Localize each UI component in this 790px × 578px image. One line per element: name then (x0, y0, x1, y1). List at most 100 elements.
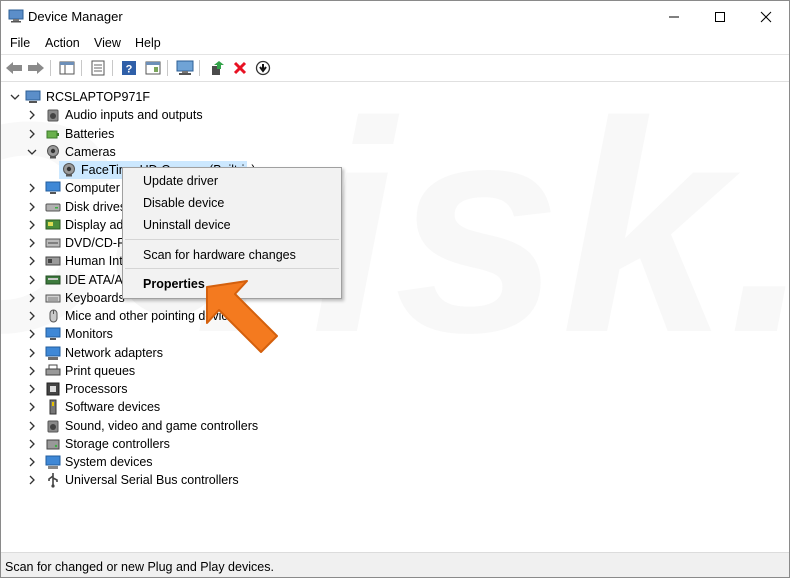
tree-category-item[interactable]: Audio inputs and outputs (1, 106, 601, 124)
speaker-icon (47, 109, 59, 122)
tree-root[interactable]: RCSLAPTOP971F (1, 88, 601, 106)
battery-icon (46, 130, 59, 138)
chevron-down-icon[interactable] (10, 91, 20, 103)
menu-help[interactable]: Help (135, 36, 161, 50)
keyboard-icon (45, 294, 61, 303)
tree-root-label: RCSLAPTOP971F (46, 90, 150, 104)
chevron-right-icon[interactable] (27, 237, 37, 249)
display-adapter-icon (45, 219, 61, 230)
tree-item-label: Network adapters (65, 345, 163, 360)
tree-category-item[interactable]: Sound, video and game controllers (1, 417, 601, 435)
tree-category-item[interactable]: Network adapters (1, 344, 601, 362)
chevron-right-icon[interactable] (27, 474, 37, 486)
chevron-right-icon[interactable] (27, 128, 37, 140)
chevron-right-icon[interactable] (27, 347, 37, 359)
forward-button[interactable] (26, 58, 46, 78)
tree-item-label: Processors (65, 382, 128, 396)
monitor-icon (45, 181, 61, 195)
chevron-right-icon[interactable] (27, 456, 37, 468)
ctx-scan-hardware[interactable]: Scan for hardware changes (143, 248, 296, 262)
orange-pointer-arrow-icon (206, 280, 278, 353)
chevron-down-icon[interactable] (27, 146, 37, 158)
help-button[interactable]: ? (119, 58, 139, 78)
chevron-right-icon[interactable] (27, 438, 37, 450)
tree-category-item[interactable]: Processors (1, 380, 601, 398)
help-icon: ? (122, 61, 136, 76)
tree-category-item[interactable]: Cameras (1, 143, 601, 161)
maximize-icon (715, 11, 725, 22)
tree-item-label: Keyboards (65, 290, 125, 305)
close-icon (760, 11, 772, 22)
tree-category-item[interactable]: System devices (1, 453, 601, 471)
chevron-right-icon[interactable] (27, 182, 37, 194)
menu-view[interactable]: View (94, 36, 121, 50)
storage-icon (46, 439, 60, 450)
tree-category-item[interactable]: Mice and other pointing devices (1, 307, 601, 325)
disk-icon (45, 203, 61, 211)
tree-category-item[interactable]: Universal Serial Bus controllers (1, 471, 601, 489)
show-hide-console-tree-button[interactable] (57, 58, 77, 78)
ctx-properties[interactable]: Properties (143, 277, 205, 291)
tree-item-label: Audio inputs and outputs (65, 108, 203, 123)
uninstall-device-button[interactable] (230, 58, 250, 78)
status-text: Scan for changed or new Plug and Play de… (5, 560, 274, 574)
update-driver-icon (212, 61, 224, 75)
update-driver-button[interactable] (207, 58, 227, 78)
tree-category-item[interactable]: Monitors (1, 325, 601, 343)
chevron-right-icon[interactable] (27, 383, 37, 395)
title-bar[interactable]: Device Manager (1, 1, 789, 32)
disable-device-button[interactable] (253, 58, 273, 78)
speaker-icon (47, 420, 59, 432)
properties-toolbar-button[interactable] (88, 58, 108, 78)
printer-icon (45, 364, 61, 376)
toolbar: ? (1, 55, 789, 82)
ctx-uninstall-device[interactable]: Uninstall device (143, 218, 231, 232)
tree-item-label: Software devices (65, 400, 161, 415)
close-button[interactable] (743, 1, 789, 32)
tree-item-label: Monitors (65, 327, 113, 342)
chevron-right-icon[interactable] (27, 255, 37, 267)
menu-action[interactable]: Action (45, 36, 80, 50)
action-pane-button[interactable] (143, 58, 163, 78)
action-pane-icon (145, 61, 161, 75)
minimize-button[interactable] (651, 1, 697, 32)
tree-category-item[interactable]: Print queues (1, 362, 601, 380)
scan-hardware-button[interactable] (175, 58, 195, 78)
tree-item-label: Computer (65, 181, 120, 196)
menu-file[interactable]: File (10, 36, 30, 50)
chevron-right-icon[interactable] (27, 328, 37, 340)
tree-category-item[interactable]: Software devices (1, 398, 601, 416)
camera-icon (47, 144, 59, 159)
chevron-right-icon[interactable] (27, 401, 37, 413)
tree-category-item[interactable]: Batteries (1, 125, 601, 143)
dvd-icon (45, 238, 61, 248)
mouse-icon (49, 309, 58, 323)
chevron-right-icon[interactable] (27, 109, 37, 121)
monitor-icon (45, 327, 61, 341)
ctx-disable-device[interactable]: Disable device (143, 196, 224, 210)
device-manager-icon (8, 9, 24, 23)
tree-category-item[interactable]: Storage controllers (1, 435, 601, 453)
computer-icon (25, 90, 41, 103)
camera-icon (63, 163, 75, 177)
chevron-right-icon[interactable] (27, 274, 37, 286)
monitor-scan-icon (176, 60, 194, 75)
chevron-right-icon[interactable] (27, 310, 37, 322)
tree-item-label: Print queues (65, 363, 136, 378)
ctx-separator (125, 268, 339, 269)
chevron-right-icon[interactable] (27, 420, 37, 432)
network-icon (45, 346, 61, 360)
system-icon (45, 455, 61, 469)
ctx-update-driver[interactable]: Update driver (143, 174, 218, 188)
console-tree-icon (59, 61, 75, 75)
status-bar: Scan for changed or new Plug and Play de… (1, 552, 789, 577)
chevron-right-icon[interactable] (27, 292, 37, 304)
maximize-button[interactable] (697, 1, 743, 32)
svg-text:?: ? (126, 64, 133, 76)
back-button[interactable] (4, 58, 24, 78)
tree-item-label: System devices (65, 455, 153, 469)
software-device-icon (49, 399, 57, 415)
chevron-right-icon[interactable] (27, 219, 37, 231)
chevron-right-icon[interactable] (27, 201, 37, 213)
chevron-right-icon[interactable] (27, 365, 37, 377)
